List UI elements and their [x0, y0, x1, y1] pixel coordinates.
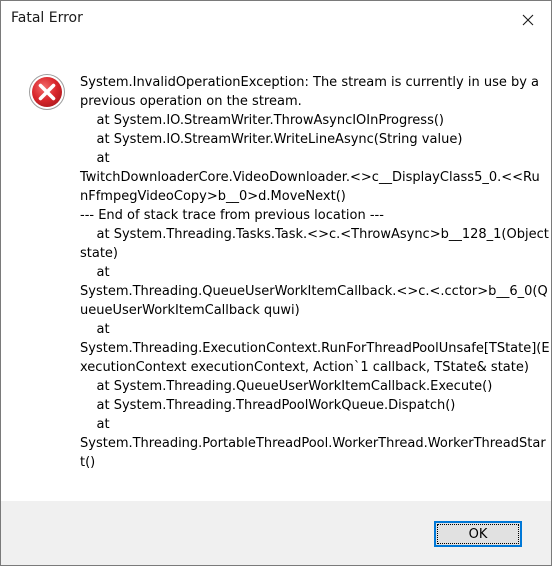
message-line: at System.IO.StreamWriter.WriteLineAsync…: [80, 132, 463, 147]
ok-button[interactable]: OK: [434, 521, 522, 547]
message-line: previous operation on the stream.: [80, 94, 302, 109]
message-line: at: [80, 151, 110, 166]
close-icon: [522, 14, 534, 26]
message-line: xecutionContext executionContext, Action…: [80, 360, 529, 375]
message-line: at: [80, 322, 110, 337]
dialog-title: Fatal Error: [11, 10, 83, 26]
message-line: at System.Threading.Tasks.Task.<>c.<Thro…: [80, 227, 549, 242]
button-bar: OK: [1, 501, 551, 565]
message-line: at System.Threading.QueueUserWorkItemCal…: [80, 379, 493, 394]
message-line: System.Threading.ExecutionContext.RunFor…: [80, 341, 550, 356]
message-line: System.Threading.QueueUserWorkItemCallba…: [80, 284, 548, 299]
message-line: ueueUserWorkItemCallback quwi): [80, 303, 300, 318]
error-message: System.InvalidOperationException: The st…: [80, 73, 550, 472]
close-button[interactable]: [505, 1, 551, 39]
fatal-error-dialog: Fatal Error System.InvalidOperationExcep…: [0, 0, 552, 566]
message-line: TwitchDownloaderCore.VideoDownloader.<>c…: [80, 170, 540, 185]
message-line: System.Threading.PortableThreadPool.Work…: [80, 436, 546, 451]
message-line: nFfmpegVideoCopy>b__0>d.MoveNext(): [80, 189, 346, 204]
title-bar[interactable]: Fatal Error: [1, 1, 551, 39]
message-line: at System.Threading.ThreadPoolWorkQueue.…: [80, 398, 456, 413]
message-line: at System.IO.StreamWriter.ThrowAsyncIOIn…: [80, 113, 444, 128]
message-line: state): [80, 246, 119, 261]
message-line: at: [80, 265, 110, 280]
dialog-content: System.InvalidOperationException: The st…: [1, 39, 551, 501]
message-line: System.InvalidOperationException: The st…: [80, 75, 540, 90]
message-line: t(): [80, 455, 96, 470]
message-line: --- End of stack trace from previous loc…: [80, 208, 384, 223]
message-line: at: [80, 417, 110, 432]
error-icon: [29, 74, 65, 110]
